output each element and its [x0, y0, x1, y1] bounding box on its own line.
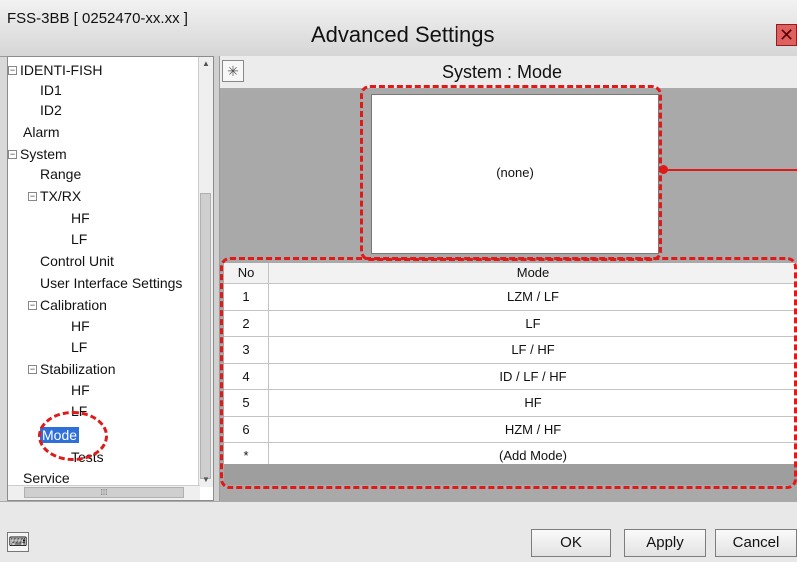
dialog-title: Advanced Settings — [311, 22, 495, 47]
tree-item[interactable]: − TX/RX — [28, 186, 82, 206]
collapse-icon[interactable]: − — [8, 150, 17, 159]
tree-item[interactable]: − Stabilization — [28, 359, 116, 379]
tree-item-label: HF — [71, 318, 90, 334]
tree-item-label: User Interface Settings — [40, 275, 183, 291]
tree-item-label: Control Unit — [40, 253, 114, 269]
tree-item-label: LF — [71, 339, 88, 355]
tree-item[interactable]: − Calibration — [28, 295, 107, 315]
apply-button[interactable]: Apply — [624, 529, 706, 557]
tree-item[interactable]: User Interface Settings — [40, 273, 182, 293]
callout-line — [663, 169, 797, 171]
tree-item[interactable]: ID1 — [40, 80, 62, 100]
mode-item-highlight — [38, 411, 108, 461]
tree-item-label: ID2 — [40, 102, 62, 118]
tree-item-label: LF — [71, 231, 88, 247]
tree-item[interactable]: LF — [71, 337, 87, 357]
tree-item-label: Stabilization — [40, 361, 116, 377]
tree-rows: − IDENTI-FISH ID1 ID2 Alarm − System Range − TX/R… — [8, 57, 200, 487]
tree-item[interactable]: Control Unit — [40, 251, 114, 271]
tree-item[interactable]: HF — [71, 316, 90, 336]
advanced-settings-window: FSS-3BB [ 0252470-xx.xx ] Advanced Setti… — [0, 0, 797, 562]
collapse-icon[interactable]: − — [28, 365, 37, 374]
tree-item-label: Calibration — [40, 297, 107, 313]
scroll-up-icon[interactable]: ▲ — [199, 57, 213, 71]
collapse-icon[interactable]: − — [28, 192, 37, 201]
tree-item[interactable]: Alarm — [23, 122, 60, 142]
scroll-down-icon[interactable]: ▼ — [199, 473, 213, 487]
tree-item-label: ID1 — [40, 82, 62, 98]
tree-item-label: Range — [40, 166, 82, 182]
collapse-icon[interactable]: − — [8, 66, 17, 75]
title-bar: FSS-3BB [ 0252470-xx.xx ] Advanced Setti… — [0, 0, 797, 57]
tree-item-label: HF — [71, 210, 90, 226]
tree-item-label: Alarm — [23, 124, 60, 140]
callout-dot — [659, 165, 668, 174]
tree-item-label: HF — [71, 382, 90, 398]
hscroll-thumb[interactable]: ⁞⁞⁞ — [24, 487, 184, 498]
tree-item[interactable]: − System — [8, 144, 67, 164]
tree-horizontal-scrollbar[interactable]: ⁞⁞⁞ — [8, 485, 200, 500]
tree-item[interactable]: Range — [40, 164, 81, 184]
tree-item[interactable]: LF — [71, 229, 87, 249]
close-button[interactable]: ✕ — [776, 24, 797, 46]
tree-vertical-scrollbar[interactable]: ▲ ▼ — [198, 57, 213, 487]
bottom-bar: ⌨ OK Apply Cancel — [0, 501, 797, 562]
collapse-icon[interactable]: − — [28, 301, 37, 310]
tree-item-label: TX/RX — [40, 188, 82, 204]
tree-item-label: Service — [23, 470, 70, 486]
scroll-thumb[interactable] — [200, 193, 211, 479]
tree-item[interactable]: ID2 — [40, 100, 62, 120]
table-highlight — [220, 257, 797, 489]
sparkle-icon[interactable]: ✳ — [222, 60, 244, 82]
tree-item[interactable]: HF — [71, 208, 90, 228]
cancel-button[interactable]: Cancel — [715, 529, 797, 557]
panel-title: System : Mode — [442, 62, 563, 82]
keyboard-icon[interactable]: ⌨ — [7, 532, 29, 552]
ok-button[interactable]: OK — [531, 529, 611, 557]
preview-highlight — [360, 85, 662, 261]
tree-item-label: System — [20, 146, 67, 162]
tree-item[interactable]: HF — [71, 380, 90, 400]
app-title: FSS-3BB [ 0252470-xx.xx ] — [7, 10, 188, 27]
tree-item-label: IDENTI-FISH — [20, 62, 103, 78]
tree-item[interactable]: − IDENTI-FISH — [8, 60, 103, 80]
